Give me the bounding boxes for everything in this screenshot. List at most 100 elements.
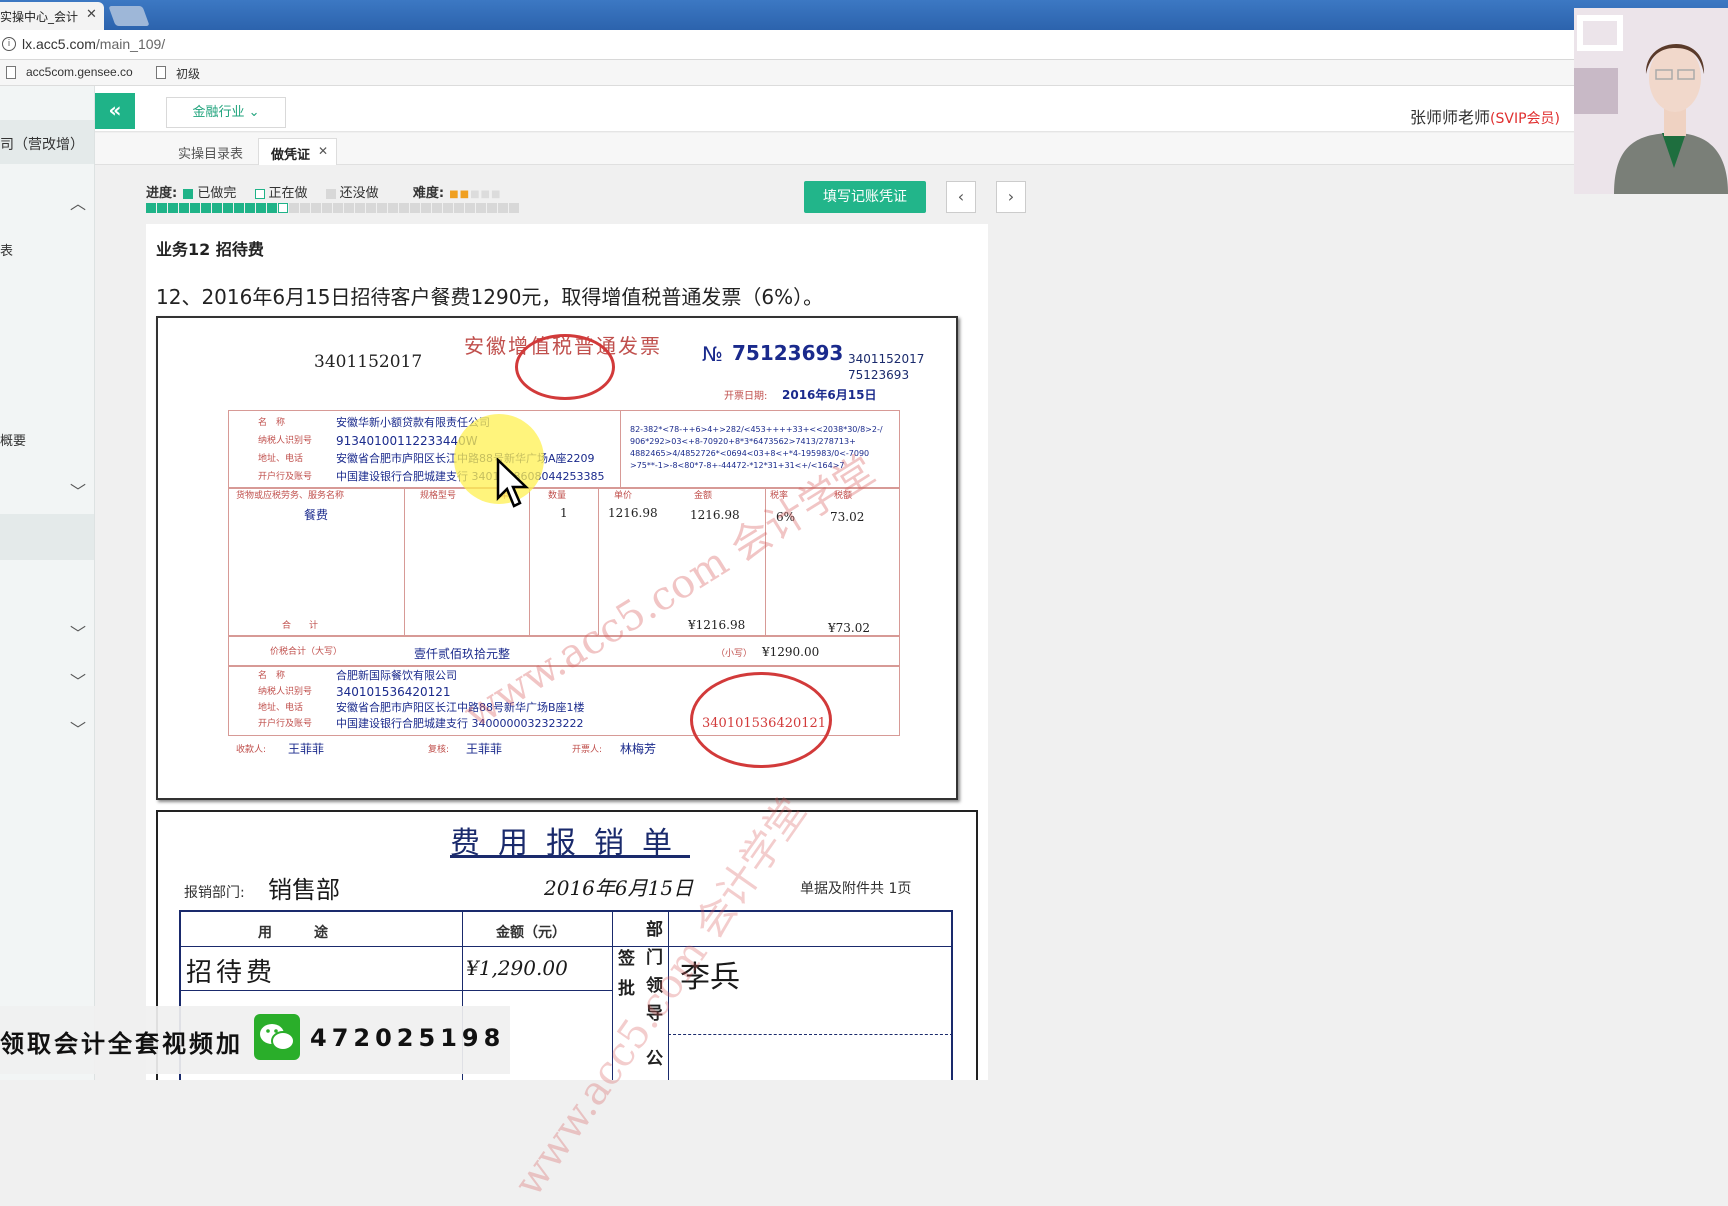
progress-step[interactable]	[344, 203, 354, 213]
dept-label: 报销部门:	[184, 885, 245, 901]
star-icon: ■	[470, 189, 480, 200]
progress-step[interactable]	[179, 203, 189, 213]
attachments: 单据及附件共 1页	[800, 881, 912, 897]
progress-step[interactable]	[234, 203, 244, 213]
item-name: 餐费	[304, 508, 329, 522]
sidebar-item-summary[interactable]: 概要	[0, 430, 26, 449]
tab-catalog[interactable]: 实操目录表	[166, 138, 255, 165]
webcam-overlay	[1574, 8, 1728, 194]
progress-step[interactable]	[190, 203, 200, 213]
new-tab-button[interactable]	[108, 6, 150, 26]
prev-button[interactable]: ‹	[946, 181, 976, 213]
tab-close-icon[interactable]: ✕	[86, 7, 97, 22]
purpose-value: 招待费	[186, 958, 277, 988]
fill-voucher-button[interactable]: 填写记账凭证	[804, 181, 926, 213]
progress-step[interactable]	[355, 203, 365, 213]
tab-close-icon[interactable]: ✕	[318, 144, 328, 158]
amount-value: ¥1,290.00	[466, 956, 568, 980]
sidebar-item-report[interactable]: 表	[0, 240, 13, 259]
page-icon	[6, 66, 16, 79]
progress-step[interactable]	[311, 203, 321, 213]
invoice-code-small: 3401152017	[848, 352, 925, 366]
chevron-down-icon[interactable]: ﹀	[70, 478, 86, 502]
sidebar-active-item[interactable]	[0, 514, 94, 560]
buyer-row-labels: 名 称纳税人识别号 地址、电话 开户行及账号	[258, 418, 313, 482]
promo-text: 领取会计全套视频加	[0, 1030, 243, 1058]
sidebar	[0, 86, 95, 1080]
progress-step[interactable]	[399, 203, 409, 213]
progress-step[interactable]	[509, 203, 519, 213]
chevron-down-icon[interactable]: ﹀	[70, 620, 86, 644]
stamp-number: 340101536420121	[702, 716, 827, 731]
seller-bank: 中国建设银行合肥城建支行 3400000032323222	[336, 717, 584, 730]
reviewer: 王菲菲	[466, 742, 503, 756]
sidebar-company[interactable]: 司（营改增）	[0, 134, 84, 154]
progress-step[interactable]	[432, 203, 442, 213]
star-icon: ■	[480, 189, 490, 200]
col-purpose: 用 途	[258, 925, 328, 941]
industry-select[interactable]: 金融行业 ⌄	[166, 97, 286, 128]
grand-small-label: （小写）	[716, 649, 753, 659]
progress-step[interactable]	[168, 203, 178, 213]
progress-step[interactable]	[157, 203, 167, 213]
progress-step[interactable]	[245, 203, 255, 213]
chevron-down-icon[interactable]: ﹀	[70, 668, 86, 692]
page-tabs	[95, 133, 1728, 165]
progress-step[interactable]	[322, 203, 332, 213]
invoice-number-small: 75123693	[848, 368, 910, 382]
progress-step[interactable]	[333, 203, 343, 213]
progress-step[interactable]	[410, 203, 420, 213]
vip-badge: (SVIP会员)	[1490, 111, 1560, 127]
progress-step[interactable]	[454, 203, 464, 213]
col-amount: 金额（元）	[496, 925, 566, 941]
bookmark-gensee[interactable]: acc5com.gensee.co	[26, 65, 133, 79]
col-header-price: 单价	[614, 491, 633, 501]
expense-title: 费用报销单	[450, 826, 690, 861]
reviewer-label: 复核:	[428, 745, 450, 755]
next-button[interactable]: ›	[996, 181, 1026, 213]
progress-step[interactable]	[443, 203, 453, 213]
invoice-code: 3401152017	[314, 352, 423, 372]
info-icon[interactable]: i	[2, 37, 16, 51]
drawer: 林梅芳	[620, 742, 657, 756]
wechat-icon	[254, 1014, 300, 1060]
bookmark-junior[interactable]: 初级	[176, 65, 200, 82]
progress-step[interactable]	[465, 203, 475, 213]
url-text[interactable]: lx.acc5.com/main_109/	[22, 36, 165, 52]
browser-tab-bar	[0, 0, 1728, 30]
chevron-down-icon[interactable]: ﹀	[70, 716, 86, 740]
date-label: 开票日期:	[724, 391, 768, 402]
progress-step[interactable]	[289, 203, 299, 213]
progress-step[interactable]	[377, 203, 387, 213]
star-icon: ■	[459, 189, 470, 200]
invoice-number: 75123693	[732, 341, 844, 365]
tax-stamp	[515, 334, 615, 400]
progress-step[interactable]	[498, 203, 508, 213]
progress-step[interactable]	[223, 203, 233, 213]
progress-step[interactable]	[212, 203, 222, 213]
progress-step[interactable]	[146, 203, 156, 213]
progress-step[interactable]	[278, 203, 288, 213]
progress-step[interactable]	[201, 203, 211, 213]
progress-step[interactable]	[487, 203, 497, 213]
progress-step[interactable]	[388, 203, 398, 213]
payee-label: 收款人:	[236, 745, 267, 755]
user-name[interactable]: 张师师老师(SVIP会员)	[1410, 104, 1560, 128]
address-bar[interactable]	[0, 30, 1728, 60]
progress-step[interactable]	[366, 203, 376, 213]
progress-step[interactable]	[256, 203, 266, 213]
progress-step[interactable]	[300, 203, 310, 213]
total-label: 合 计	[282, 621, 319, 631]
business-title: 业务12 招待费	[156, 240, 264, 259]
progress-step[interactable]	[421, 203, 431, 213]
progress-step[interactable]	[476, 203, 486, 213]
page-icon	[156, 66, 166, 79]
collapse-sidebar-button[interactable]: «	[95, 93, 135, 129]
progress-step[interactable]	[267, 203, 277, 213]
mouse-cursor-icon	[496, 457, 532, 514]
expense-date: 2016年6月15日	[544, 876, 694, 900]
question-text: 12、2016年6月15日招待客户餐费1290元，取得增值税普通发票（6%）。	[156, 285, 824, 309]
payee: 王菲菲	[288, 742, 325, 756]
chevron-up-icon[interactable]: ︿	[70, 190, 86, 214]
col-header-name: 货物或应税劳务、服务名称	[236, 491, 345, 501]
